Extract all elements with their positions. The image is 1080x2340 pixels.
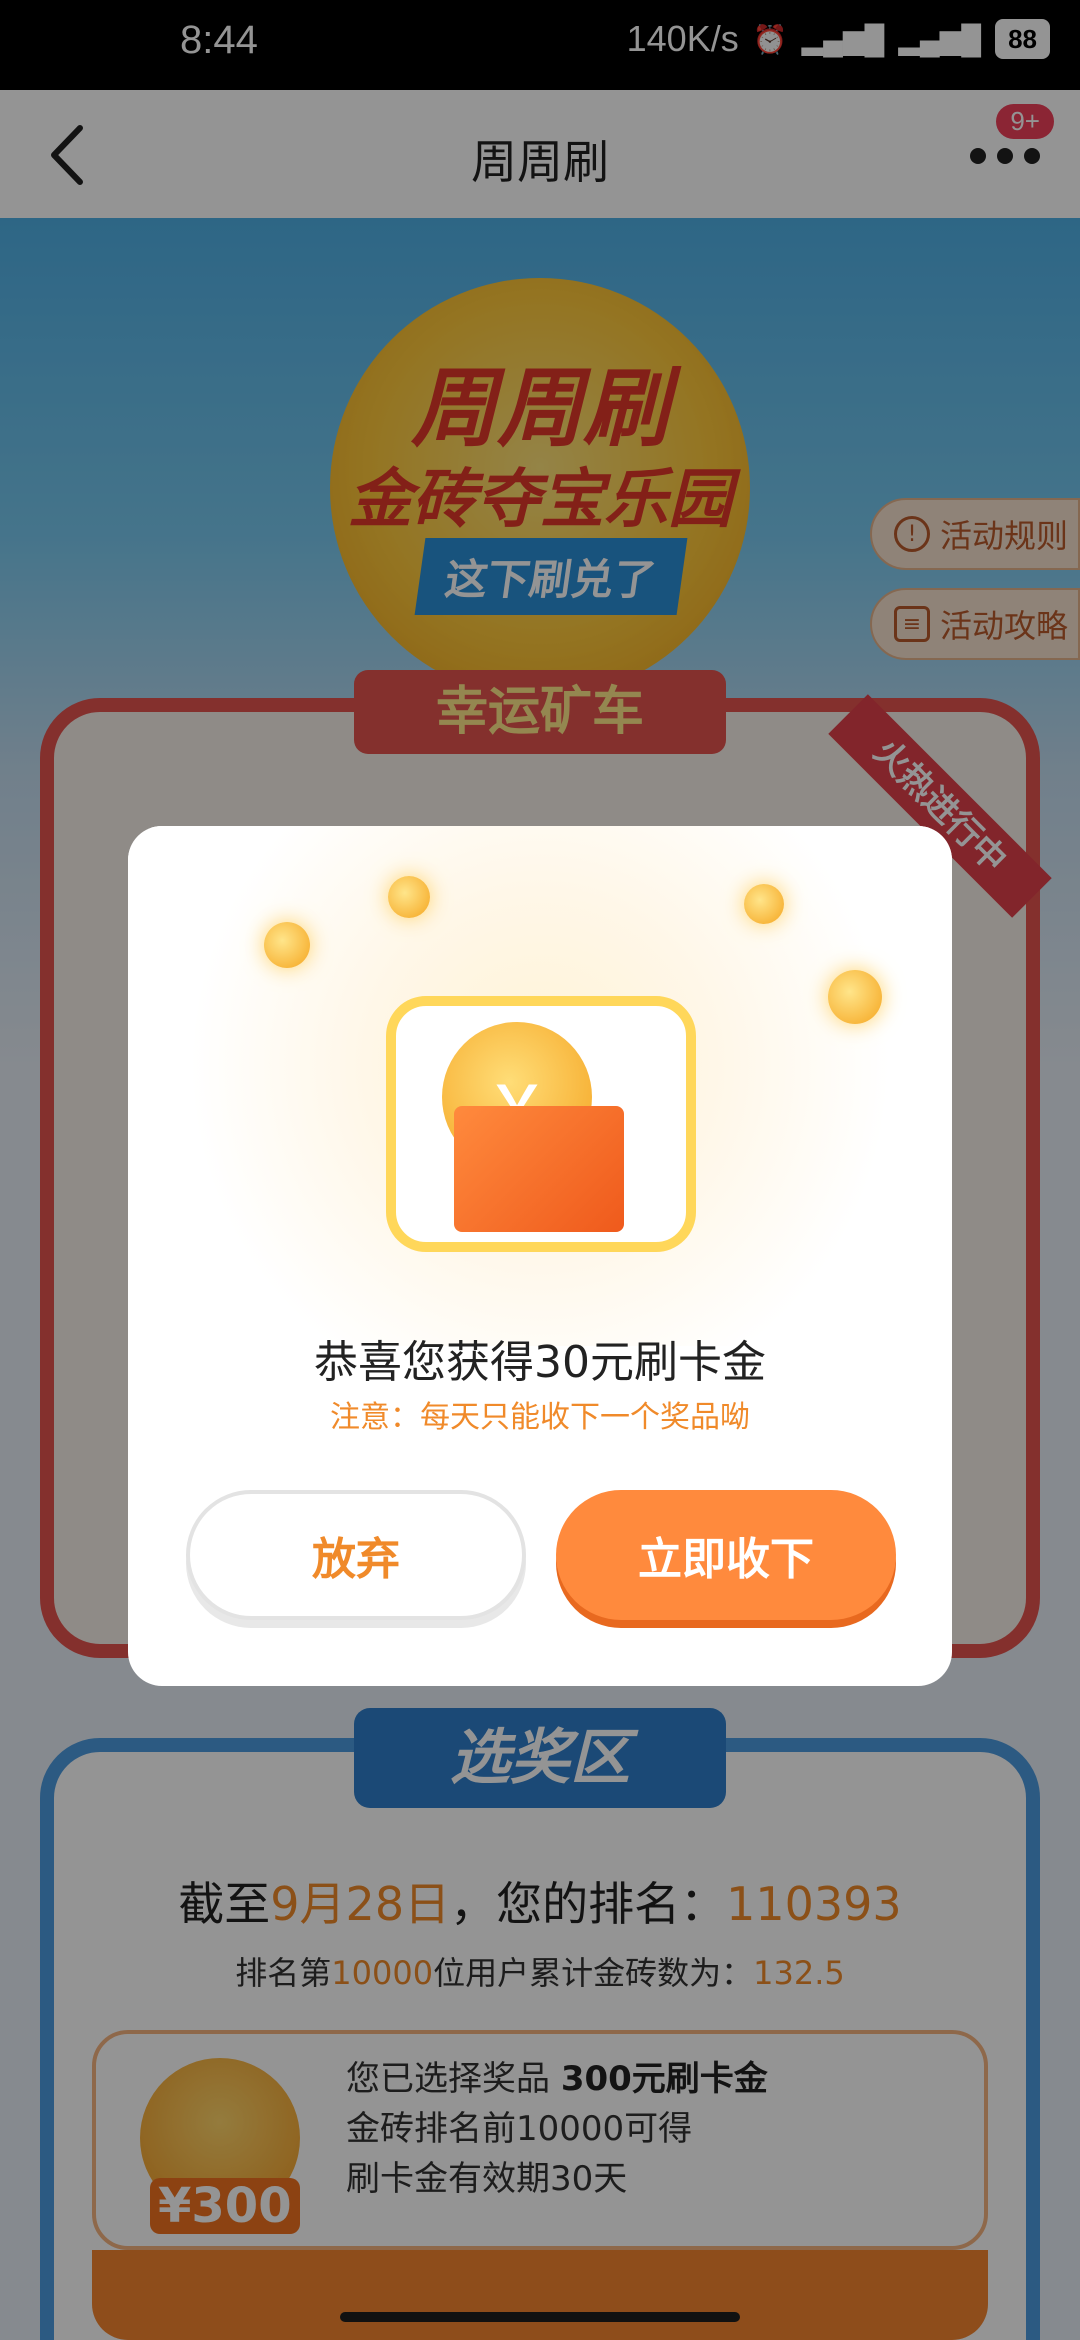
reward-dialog: ￥ 恭喜您获得30元刷卡金 注意：每天只能收下一个奖品呦 放弃 立即收下 xyxy=(128,826,952,1686)
home-indicator[interactable] xyxy=(340,2312,740,2322)
floating-coin-icon xyxy=(388,876,430,918)
accept-now-button[interactable]: 立即收下 xyxy=(556,1490,896,1620)
floating-coin-icon xyxy=(264,922,310,968)
abandon-button[interactable]: 放弃 xyxy=(186,1490,526,1620)
floating-coin-icon xyxy=(744,884,784,924)
floating-coin-icon xyxy=(828,970,882,1024)
reward-message: 恭喜您获得30元刷卡金 xyxy=(314,1337,766,1388)
gift-box-icon xyxy=(454,1106,624,1232)
reward-note: 注意：每天只能收下一个奖品呦 xyxy=(330,1400,750,1435)
